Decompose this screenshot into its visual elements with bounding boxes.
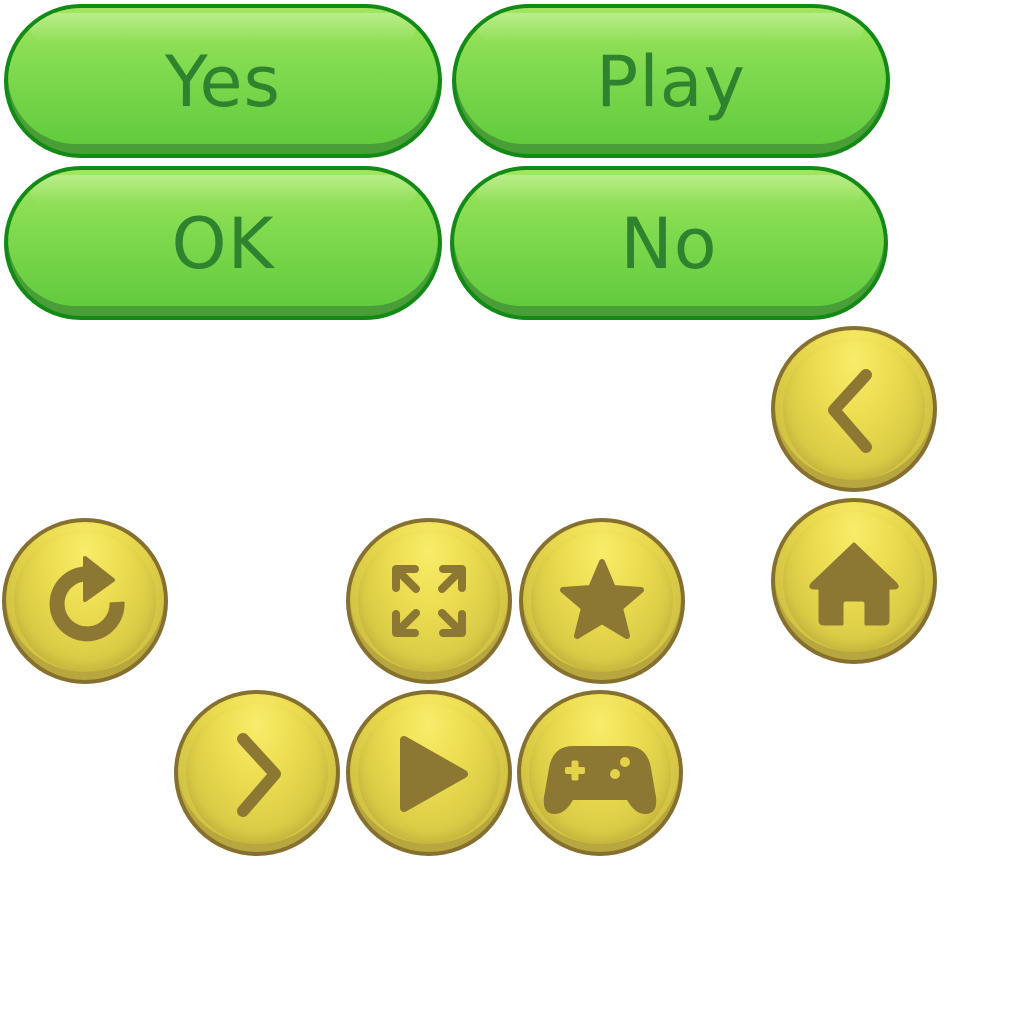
back-button[interactable] [771,326,937,492]
no-button-label: No [620,203,718,285]
no-button[interactable]: No [450,166,888,320]
ui-kit-canvas: Yes Play OK No [0,0,1024,1024]
chevron-left-icon [828,369,872,453]
fullscreen-button[interactable] [346,518,512,684]
play-icon [400,736,468,812]
yes-button-label: Yes [165,41,281,123]
play-round-button[interactable] [346,690,512,856]
home-button[interactable] [771,498,937,664]
next-button[interactable] [174,690,340,856]
restart-button[interactable] [2,518,168,684]
ok-button-label: OK [171,203,275,285]
ok-button[interactable]: OK [4,166,442,320]
home-icon [809,542,899,626]
star-icon [560,559,644,639]
fullscreen-icon [392,565,466,637]
chevron-right-icon [237,733,281,817]
play-button[interactable]: Play [452,4,890,158]
gamepad-button[interactable] [517,690,683,856]
restart-icon [49,556,125,642]
gamepad-icon [543,746,657,814]
star-button[interactable] [519,518,685,684]
yes-button[interactable]: Yes [4,4,442,158]
play-button-label: Play [596,41,746,123]
